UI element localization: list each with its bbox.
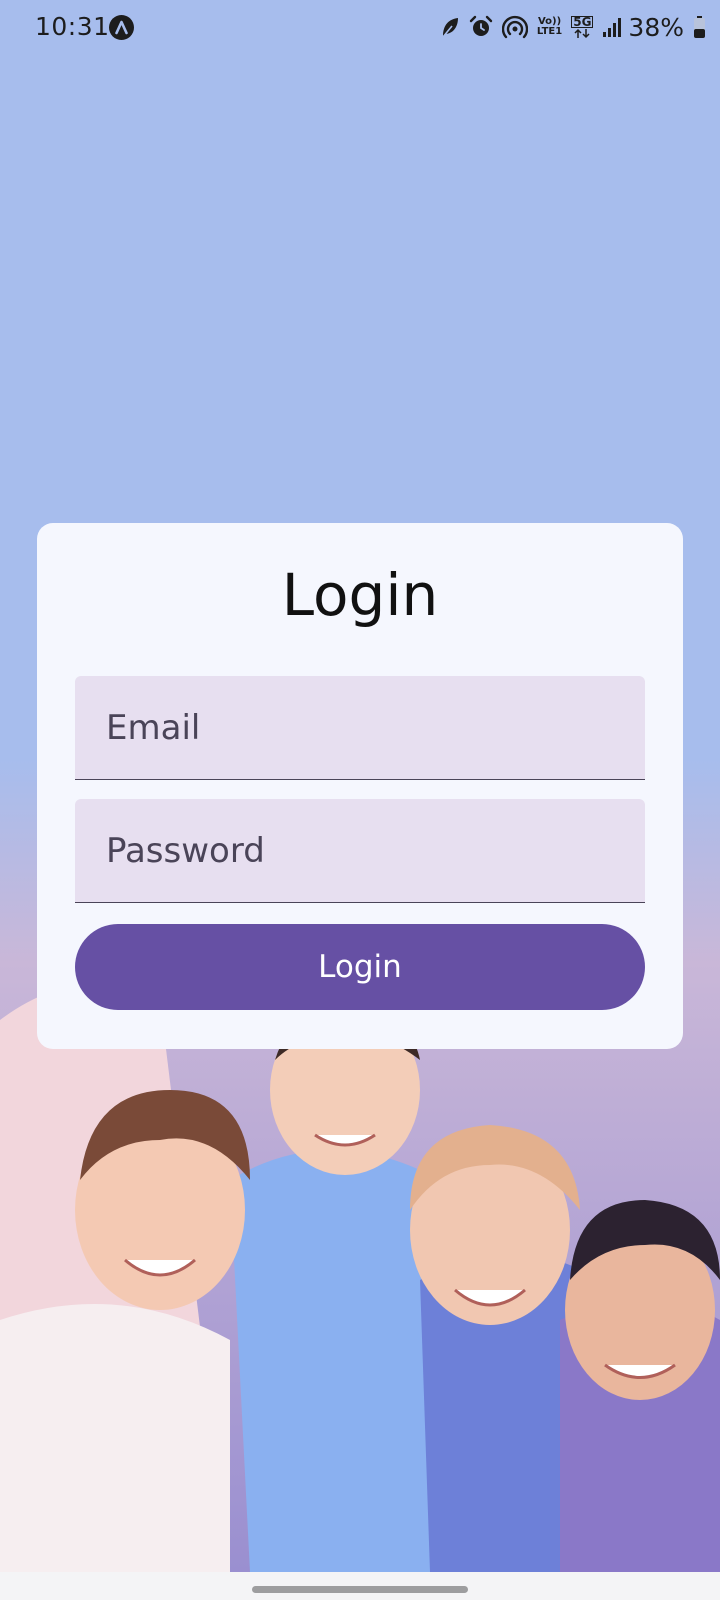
status-icons: Vo)) LTE1 5G 38% [440, 10, 706, 44]
leaf-icon [442, 18, 458, 38]
email-input[interactable] [75, 676, 645, 779]
data-arrows-icon [574, 28, 590, 38]
battery-percent: 38% [628, 12, 684, 42]
volte-icon: Vo)) LTE1 [537, 17, 562, 37]
app-notification-icon [109, 15, 134, 40]
gesture-handle[interactable] [252, 1586, 468, 1593]
login-card: Login Login [37, 523, 683, 1049]
status-bar: 10:31 Vo)) LTE1 5G 38% [0, 0, 720, 56]
password-field[interactable] [75, 799, 645, 903]
battery-icon [694, 16, 705, 38]
volte-label-bottom: LTE1 [536, 26, 563, 37]
navigation-bar [0, 1572, 720, 1600]
signal-icon [603, 18, 622, 37]
email-field[interactable] [75, 676, 645, 780]
password-input[interactable] [75, 799, 645, 902]
login-button[interactable]: Login [75, 924, 645, 1010]
alarm-icon [469, 15, 493, 36]
login-title: Login [281, 561, 439, 629]
network-label: 5G [571, 14, 594, 29]
hotspot-icon [501, 15, 528, 39]
5g-data-icon: 5G [571, 14, 594, 39]
status-time: 10:31 [35, 12, 110, 41]
